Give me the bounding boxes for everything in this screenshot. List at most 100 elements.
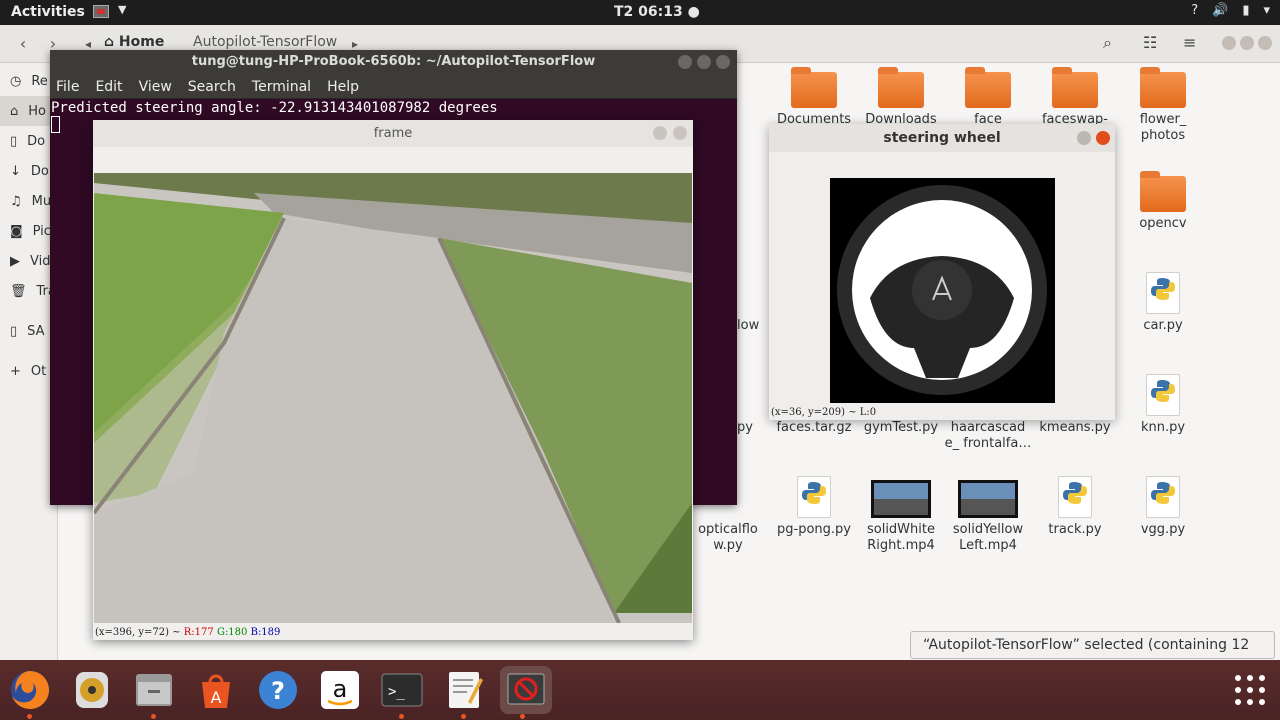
menu-help[interactable]: Help xyxy=(327,79,359,95)
amazon-icon[interactable]: a xyxy=(318,668,362,712)
file-partial-3[interactable]: py xyxy=(737,420,777,436)
file-solidwhiteright-mp4[interactable]: solidWhite Right.mp4 xyxy=(856,480,946,554)
status-coords: (x=396, y=72) ~ xyxy=(95,627,184,638)
search-icon[interactable]: ⌕ xyxy=(1103,33,1112,53)
file-haarcascade[interactable]: haarcascad e_ frontalfa… xyxy=(943,420,1033,452)
sidebar-item-label: Do xyxy=(27,133,46,149)
sidebar-item-label: Do xyxy=(30,163,49,179)
rhythmbox-icon[interactable] xyxy=(70,668,114,712)
video-file-icon xyxy=(958,480,1018,518)
file-label: faces.tar.gz xyxy=(776,420,852,435)
folder-icon xyxy=(878,67,924,108)
volume-icon[interactable]: 🔊 xyxy=(1212,3,1228,18)
download-icon: ↓ xyxy=(10,163,21,179)
file-solidyellowleft-mp4[interactable]: solidYellow Left.mp4 xyxy=(943,480,1033,554)
breadcrumb-home[interactable]: ⌂ Home xyxy=(104,34,164,50)
file-label: pg-pong.py xyxy=(777,522,851,537)
terminal-title: tung@tung-HP-ProBook-6560b: ~/Autopilot-… xyxy=(191,54,596,69)
back-button[interactable]: ‹ xyxy=(10,33,36,57)
folder-downloads[interactable]: Downloads xyxy=(856,67,946,128)
terminal-menubar: File Edit View Search Terminal Help xyxy=(50,75,737,99)
drive-icon: ▯ xyxy=(10,323,18,339)
video-file-icon xyxy=(871,480,931,518)
sidebar-item-label: Vid xyxy=(30,253,51,269)
file-car-py[interactable]: car.py xyxy=(1118,272,1208,334)
close-button[interactable] xyxy=(1096,131,1110,145)
menu-edit[interactable]: Edit xyxy=(95,79,122,95)
menu-search[interactable]: Search xyxy=(188,79,236,95)
document-icon: ▯ xyxy=(10,133,18,149)
sidebar-item-label: SA xyxy=(27,323,45,339)
folder-icon xyxy=(1140,67,1186,108)
help-icon[interactable]: ? xyxy=(1191,3,1198,18)
frame-titlebar[interactable]: frame xyxy=(93,120,693,147)
steering-wheel-window[interactable]: steering wheel (x=36, y=209) ~ L:0 xyxy=(769,124,1115,420)
menu-view[interactable]: View xyxy=(139,79,172,95)
running-indicator xyxy=(520,714,525,719)
steering-wheel-image[interactable] xyxy=(830,178,1055,403)
battery-icon[interactable]: ▮ xyxy=(1242,3,1249,18)
activities-button[interactable]: Activities xyxy=(11,4,85,20)
file-opticalflow-py[interactable]: opticalflo w.py xyxy=(683,522,773,554)
file-faces-tar-gz[interactable]: faces.tar.gz xyxy=(769,420,859,436)
file-vgg-py[interactable]: vgg.py xyxy=(1118,476,1208,538)
file-kmeans-py[interactable]: kmeans.py xyxy=(1030,420,1120,436)
menu-terminal[interactable]: Terminal xyxy=(252,79,311,95)
chevron-down-icon[interactable]: ▼ xyxy=(118,3,126,16)
svg-text:?: ? xyxy=(271,677,285,705)
system-tray[interactable]: ? 🔊 ▮ ▾ xyxy=(1191,3,1270,18)
file-track-py[interactable]: track.py xyxy=(1030,476,1120,538)
music-icon: ♫ xyxy=(10,193,22,209)
close-button[interactable] xyxy=(1258,36,1272,50)
file-knn-py[interactable]: knn.py xyxy=(1118,374,1208,436)
python-file-icon xyxy=(797,476,831,518)
app-grid-icon[interactable] xyxy=(1228,668,1272,712)
camera-icon: ◙ xyxy=(10,223,23,239)
folder-opencv[interactable]: opencv xyxy=(1118,171,1208,232)
terminal-icon[interactable]: >_ xyxy=(380,668,424,719)
minimize-button[interactable] xyxy=(1077,131,1091,145)
folder-documents[interactable]: Documents xyxy=(769,67,859,128)
software-icon[interactable]: A xyxy=(194,668,238,712)
status-r: R:177 xyxy=(183,627,214,638)
steering-titlebar[interactable]: steering wheel xyxy=(769,124,1115,152)
terminal-titlebar[interactable]: tung@tung-HP-ProBook-6560b: ~/Autopilot-… xyxy=(50,50,737,75)
file-label: solidYellow Left.mp4 xyxy=(952,522,1024,553)
close-button[interactable] xyxy=(716,55,730,69)
frame-status: (x=396, y=72) ~ R:177 G:180 B:189 xyxy=(95,627,280,638)
frame-app-icon[interactable] xyxy=(500,666,552,719)
terminal-output[interactable]: Predicted steering angle: -22.9131434010… xyxy=(50,99,737,117)
status-g: G:180 xyxy=(216,627,248,638)
python-file-icon xyxy=(1058,476,1092,518)
svg-text:A: A xyxy=(211,688,222,707)
minimize-button[interactable] xyxy=(678,55,692,69)
app-indicator-icon[interactable] xyxy=(93,5,109,18)
firefox-icon[interactable] xyxy=(8,668,52,719)
frame-title: frame xyxy=(373,126,413,141)
breadcrumb-home-label: Home xyxy=(118,34,165,50)
frame-window[interactable]: frame (x=396, y=72) ~ R:177 G:180 B:189 xyxy=(93,120,693,640)
chevron-down-icon[interactable]: ▾ xyxy=(1263,3,1270,18)
minimize-button[interactable] xyxy=(653,126,667,140)
minimize-button[interactable] xyxy=(1222,36,1236,50)
breadcrumb-current[interactable]: Autopilot-TensorFlow xyxy=(193,34,337,50)
file-pg-pong-py[interactable]: pg-pong.py xyxy=(769,476,859,538)
text-editor-icon[interactable] xyxy=(442,668,486,719)
file-gymtest-py[interactable]: gymTest.py xyxy=(856,420,946,436)
files-icon[interactable] xyxy=(132,668,176,719)
file-label: opencv xyxy=(1139,216,1187,231)
view-options-icon[interactable]: ☷ xyxy=(1143,33,1157,52)
menu-icon[interactable]: ≡ xyxy=(1183,33,1196,52)
menu-file[interactable]: File xyxy=(56,79,79,95)
folder-faceswap[interactable]: faceswap- xyxy=(1030,67,1120,128)
camera-frame-image[interactable] xyxy=(94,173,692,623)
home-icon: ⌂ xyxy=(10,103,19,119)
folder-flower-photos[interactable]: flower_ photos xyxy=(1118,67,1208,144)
maximize-button[interactable] xyxy=(697,55,711,69)
close-button[interactable] xyxy=(673,126,687,140)
folder-face[interactable]: face xyxy=(943,67,1033,128)
trash-icon: 🗑 xyxy=(10,283,27,299)
clock[interactable]: T2 06:13 ● xyxy=(614,4,700,20)
help-icon[interactable]: ? xyxy=(256,668,300,712)
maximize-button[interactable] xyxy=(1240,36,1254,50)
